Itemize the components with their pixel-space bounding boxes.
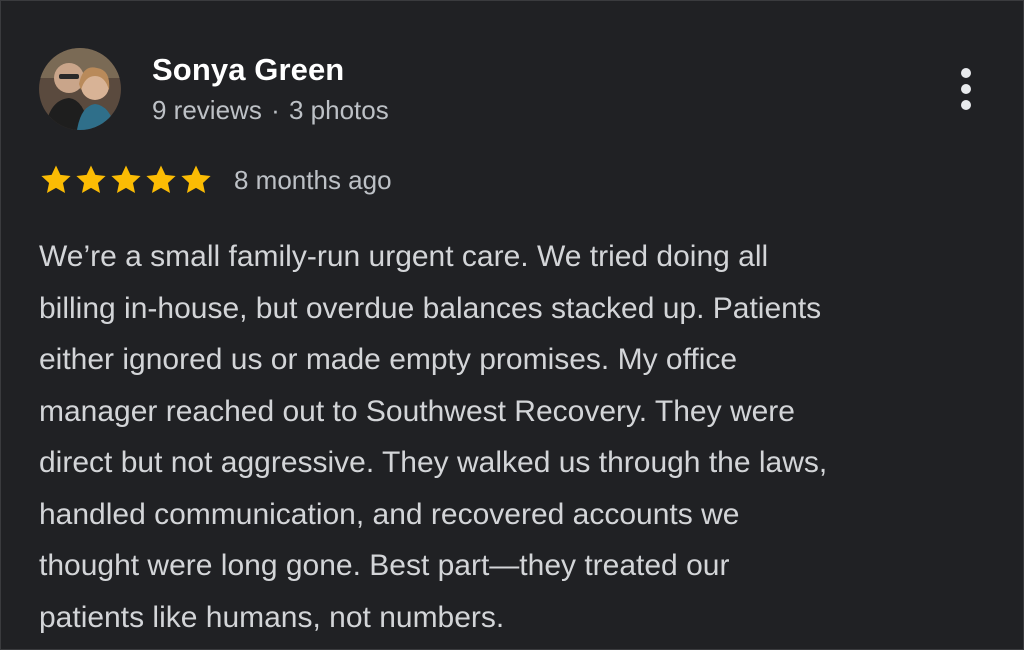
review-time: 8 months ago [234, 164, 392, 195]
star-rating [39, 163, 214, 197]
more-options-button[interactable] [947, 63, 985, 115]
avatar[interactable] [39, 48, 121, 130]
star-icon [181, 165, 211, 194]
avatar-photo [39, 48, 121, 130]
review-card: Sonya Green 9 reviews · 3 photos 8 month… [0, 0, 1024, 650]
photos-count: 3 photos [288, 95, 389, 125]
star-icon [76, 165, 106, 194]
star-icon [41, 165, 71, 194]
star-icon [111, 165, 141, 194]
more-vert-icon-dot [961, 84, 971, 94]
reviewer-name[interactable]: Sonya Green [152, 52, 344, 88]
reviews-count: 9 reviews [152, 95, 262, 125]
more-vert-icon-dot [961, 100, 971, 110]
more-vert-icon [961, 68, 971, 78]
rating-row: 8 months ago [39, 161, 392, 199]
star-icon [146, 165, 176, 194]
review-text: We’re a small family-run urgent care. We… [39, 240, 828, 634]
meta-separator: · [271, 95, 280, 125]
reviewer-meta: 9 reviews · 3 photos [152, 95, 389, 126]
